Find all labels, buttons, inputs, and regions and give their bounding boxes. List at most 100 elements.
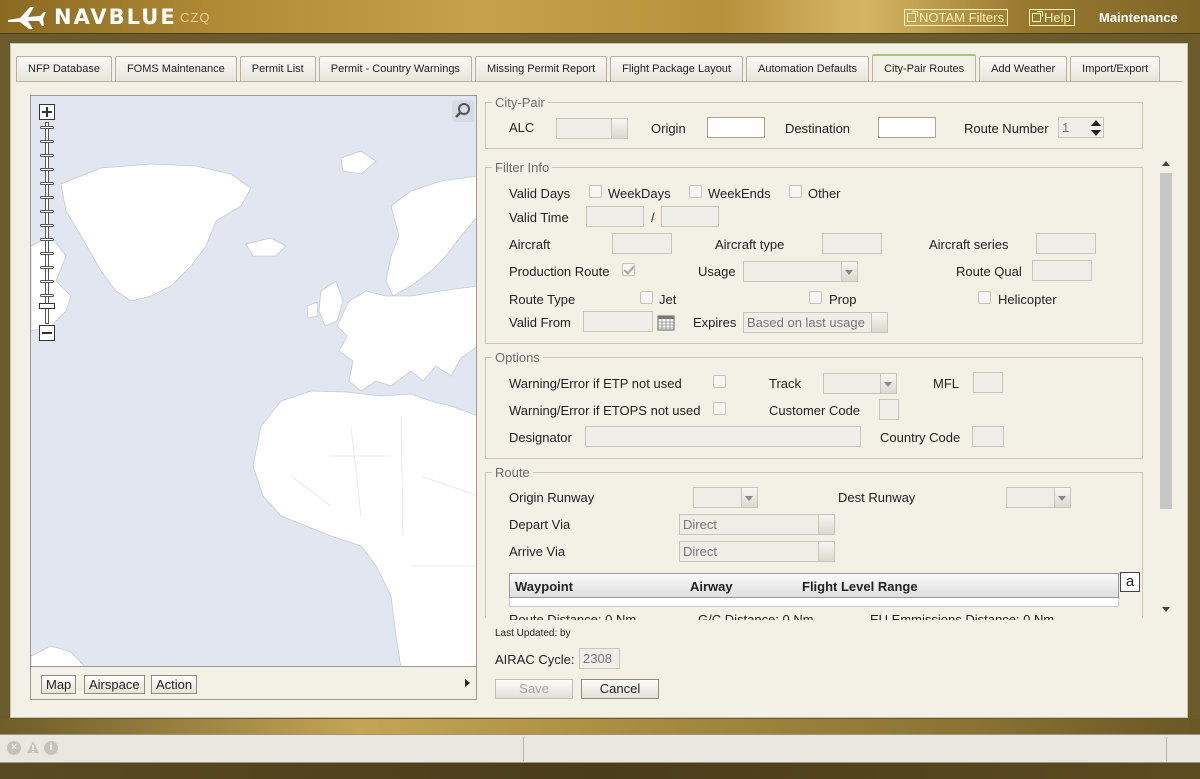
tab-foms-maintenance[interactable]: FOMS Maintenance xyxy=(114,56,237,81)
destination-input[interactable] xyxy=(878,117,936,138)
save-button[interactable]: Save xyxy=(495,679,573,699)
zoom-tick xyxy=(40,294,54,297)
production-route-label: Production Route xyxy=(509,264,610,279)
airac-cycle-label: AIRAC Cycle: xyxy=(495,652,575,667)
weekends-checkbox[interactable] xyxy=(689,185,702,198)
bottom-strip xyxy=(0,763,1200,779)
tab-add-weather[interactable]: Add Weather xyxy=(979,56,1068,81)
alc-select[interactable] xyxy=(556,118,628,139)
tab-permit-list[interactable]: Permit List xyxy=(239,56,316,81)
cancel-button[interactable]: Cancel xyxy=(581,679,659,699)
zoom-handle[interactable] xyxy=(39,303,55,309)
helicopter-checkbox[interactable] xyxy=(978,291,991,304)
zoom-tick xyxy=(40,224,54,227)
aircraft-input[interactable] xyxy=(612,233,672,254)
track-select[interactable] xyxy=(823,373,897,394)
aircraft-series-input[interactable] xyxy=(1036,233,1096,254)
zoom-tick xyxy=(40,266,54,269)
origin-input[interactable] xyxy=(707,117,765,138)
jet-label: Jet xyxy=(659,292,677,307)
country-code-label: Country Code xyxy=(880,430,961,445)
footer-divider xyxy=(0,719,1200,734)
column-flight-level-range[interactable]: Flight Level Range xyxy=(802,579,918,594)
valid-days-label: Valid Days xyxy=(509,186,571,201)
column-waypoint[interactable]: Waypoint xyxy=(515,579,573,594)
production-route-checkbox[interactable] xyxy=(622,263,635,276)
chevron-right-icon[interactable] xyxy=(465,679,470,687)
zoom-tick xyxy=(40,210,54,213)
depart-via-select[interactable]: Direct xyxy=(679,514,835,535)
distance-summary: Route Distance: 0 Nm G/C Distance: 0 Nm … xyxy=(509,612,1139,620)
tab-automation-defaults[interactable]: Automation Defaults xyxy=(746,56,870,81)
helicopter-label: Helicopter xyxy=(998,292,1057,307)
origin-runway-select[interactable] xyxy=(693,487,758,508)
add-waypoint-button[interactable]: a xyxy=(1120,572,1140,592)
status-divider xyxy=(523,737,524,761)
scroll-thumb[interactable] xyxy=(1160,173,1172,509)
zoom-tick xyxy=(40,196,54,199)
help-link[interactable]: Help xyxy=(1029,9,1075,26)
zoom-tick xyxy=(40,168,54,171)
valid-time-from-input[interactable] xyxy=(586,206,644,227)
last-updated-text: Last Updated: by xyxy=(495,628,571,639)
action-button[interactable]: Action xyxy=(151,675,198,694)
country-code-input[interactable] xyxy=(972,426,1004,447)
notam-filters-label: NOTAM Filters xyxy=(919,10,1004,25)
close-status-icon[interactable]: × xyxy=(7,741,21,755)
scroll-down-icon[interactable] xyxy=(1162,607,1170,612)
form-scrollbar[interactable] xyxy=(1158,155,1178,621)
tab-nfp-database[interactable]: NFP Database xyxy=(16,56,112,81)
zoom-out-icon[interactable] xyxy=(39,325,55,341)
zoom-in-icon[interactable] xyxy=(39,104,55,120)
usage-select[interactable] xyxy=(743,261,858,282)
route-qual-label: Route Qual xyxy=(956,264,1022,279)
valid-from-label: Valid From xyxy=(509,315,571,330)
expires-select[interactable]: Based on last usage xyxy=(743,312,888,333)
status-divider xyxy=(1166,737,1167,761)
calendar-icon[interactable] xyxy=(657,315,675,331)
map-search-button[interactable] xyxy=(452,100,474,122)
weekdays-label: WeekDays xyxy=(608,186,671,201)
external-link-icon xyxy=(1032,11,1043,22)
other-checkbox[interactable] xyxy=(789,185,802,198)
eu-distance-text: EU Emmissions Distance: 0 Nm xyxy=(870,612,1055,620)
help-label: Help xyxy=(1044,10,1071,25)
airspace-button[interactable]: Airspace xyxy=(84,675,145,694)
jet-checkbox[interactable] xyxy=(640,291,653,304)
zoom-tick xyxy=(40,252,54,255)
route-number-label: Route Number xyxy=(964,121,1049,136)
etp-warning-checkbox[interactable] xyxy=(713,375,726,388)
tab-city-pair-routes[interactable]: City-Pair Routes xyxy=(872,54,977,81)
dest-runway-label: Dest Runway xyxy=(838,490,916,505)
zoom-tick xyxy=(40,238,54,241)
map-button[interactable]: Map xyxy=(41,675,77,694)
tab-missing-permit-report[interactable]: Missing Permit Report xyxy=(474,56,608,81)
tab-permit-country-warnings[interactable]: Permit - Country Warnings xyxy=(318,56,472,81)
tab-import-export[interactable]: Import/Export xyxy=(1070,56,1161,81)
route-qual-input[interactable] xyxy=(1032,260,1092,281)
column-airway[interactable]: Airway xyxy=(690,579,733,594)
etops-warning-checkbox[interactable] xyxy=(713,402,726,415)
prop-checkbox[interactable] xyxy=(809,291,822,304)
customer-code-input[interactable] xyxy=(879,399,899,420)
dest-runway-select[interactable] xyxy=(1006,487,1071,508)
info-status-icon[interactable]: i xyxy=(44,741,58,755)
notam-filters-link[interactable]: NOTAM Filters xyxy=(904,9,1008,26)
valid-time-to-input[interactable] xyxy=(661,206,719,227)
designator-input[interactable] xyxy=(585,426,861,447)
scroll-up-icon[interactable] xyxy=(1162,161,1170,166)
world-map[interactable] xyxy=(30,95,477,667)
customer-code-label: Customer Code xyxy=(769,403,861,418)
arrive-via-select[interactable]: Direct xyxy=(679,541,835,562)
arrive-via-label: Arrive Via xyxy=(509,544,566,559)
aircraft-type-label: Aircraft type xyxy=(715,237,785,252)
valid-from-input[interactable] xyxy=(583,311,653,332)
brand-logo: NAVBLUE xyxy=(6,4,177,30)
weekdays-checkbox[interactable] xyxy=(589,185,602,198)
aircraft-type-input[interactable] xyxy=(822,233,882,254)
tab-flight-package-layout[interactable]: Flight Package Layout xyxy=(610,56,743,81)
expires-label: Expires xyxy=(693,315,737,330)
stepper-arrows-icon[interactable] xyxy=(1089,118,1103,138)
mfl-input[interactable] xyxy=(973,372,1003,393)
warning-status-icon[interactable] xyxy=(26,740,40,754)
